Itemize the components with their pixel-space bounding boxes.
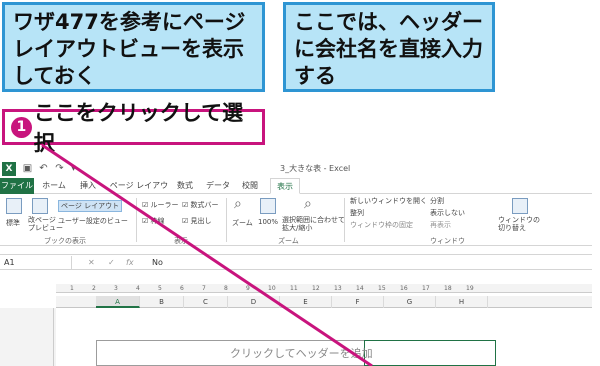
add-header-placeholder[interactable]: クリックしてヘッダーを追加: [230, 345, 373, 361]
zoom-icon[interactable]: ⌕: [234, 196, 242, 212]
column-header-f[interactable]: F: [332, 296, 384, 308]
horizontal-ruler: 1 2 3 4 5 6 7 8 9 10 11 12 13 14 15 16 17 18 19: [56, 284, 600, 293]
ruler-number: 12: [312, 285, 320, 292]
split-button[interactable]: 分割: [430, 196, 444, 206]
window-right-edge: [592, 160, 600, 366]
switch-windows-icon[interactable]: [512, 198, 528, 214]
column-header-b[interactable]: B: [140, 296, 184, 308]
ruler-number: 6: [180, 285, 184, 292]
ruler-number: 17: [422, 285, 430, 292]
column-headers: ABCDEFGH: [56, 296, 600, 308]
title-bar: X ▣ ↶ ↷ ▾ 3_大きな表 - Excel: [0, 160, 600, 178]
ruler-number: 5: [158, 285, 162, 292]
tab-file[interactable]: ファイル: [0, 178, 34, 194]
group-label-show: 表示: [174, 237, 188, 245]
page-layout-view-button[interactable]: ページ レイアウト: [58, 200, 123, 212]
cancel-icon[interactable]: ✕: [88, 256, 95, 269]
excel-window: X ▣ ↶ ↷ ▾ 3_大きな表 - Excel ファイル ホーム 挿入 ページ…: [0, 160, 600, 366]
column-header-d[interactable]: D: [228, 296, 280, 308]
step-number-badge: 1: [11, 116, 32, 138]
ruler-checkbox[interactable]: ☑ ルーラー: [142, 200, 179, 210]
page-break-preview-icon[interactable]: [32, 198, 48, 214]
group-separator: [226, 198, 227, 242]
column-header-h[interactable]: H: [436, 296, 488, 308]
ribbon-view: 標準 改ページ プレビュー ページ レイアウト ユーザー設定のビュー ブックの表…: [0, 194, 600, 246]
tab-review[interactable]: 校閲: [238, 178, 262, 194]
gridlines-checkbox[interactable]: ☑ 枠線: [142, 216, 165, 226]
insert-function-icon[interactable]: fx: [126, 256, 134, 269]
column-header-e[interactable]: E: [280, 296, 332, 308]
switch-windows-button[interactable]: ウィンドウの 切り替え: [498, 216, 540, 232]
custom-views-button[interactable]: ユーザー設定のビュー: [58, 216, 128, 226]
group-separator: [344, 198, 345, 242]
formula-bar-label: 数式バー: [190, 201, 219, 209]
column-header-g[interactable]: G: [384, 296, 436, 308]
ruler-number: 16: [400, 285, 408, 292]
group-label-zoom: ズーム: [278, 237, 299, 245]
ruler-number: 4: [136, 285, 140, 292]
column-header-a[interactable]: A: [96, 296, 140, 308]
formula-bar: A1 ✕ ✓ fx No: [0, 254, 600, 270]
tab-home[interactable]: ホーム: [40, 178, 68, 194]
header-section-center[interactable]: [364, 340, 496, 366]
name-box[interactable]: A1: [2, 256, 72, 269]
freeze-panes-button[interactable]: ウィンドウ枠の固定: [350, 220, 413, 230]
redo-icon[interactable]: ↷: [54, 163, 65, 174]
new-window-button[interactable]: 新しいウィンドウを開く: [350, 196, 427, 206]
ruler-number: 9: [246, 285, 250, 292]
tab-formulas[interactable]: 数式: [174, 178, 196, 194]
gridlines-label: 枠線: [150, 217, 165, 225]
group-label-workbook-views: ブックの表示: [44, 237, 86, 245]
headings-checkbox[interactable]: ☑ 見出し: [182, 216, 212, 226]
ruler-number: 14: [356, 285, 364, 292]
ruler-number: 18: [444, 285, 452, 292]
ruler-label: ルーラー: [150, 201, 179, 209]
ribbon-tab-bar: ファイル ホーム 挿入 ページ レイアウト 数式 データ 校閲 表示: [0, 178, 600, 206]
ruler-number: 15: [378, 285, 386, 292]
tab-data[interactable]: データ: [204, 178, 232, 194]
ruler-number: 7: [202, 285, 206, 292]
arrange-all-button[interactable]: 整列: [350, 208, 364, 218]
normal-view-button[interactable]: 標準: [6, 218, 20, 228]
ruler-number: 3: [114, 285, 118, 292]
ruler-number: 10: [268, 285, 276, 292]
callout-instruction-left: ワザ477を参考にページ レイアウトビューを表示 しておく: [2, 2, 265, 92]
group-label-window: ウィンドウ: [430, 237, 465, 245]
column-header-c[interactable]: C: [184, 296, 228, 308]
headings-label: 見出し: [190, 217, 212, 225]
ruler-number: 2: [92, 285, 96, 292]
zoom-100-icon[interactable]: [260, 198, 276, 214]
zoom-100-button[interactable]: 100%: [258, 218, 278, 226]
zoom-to-selection-icon[interactable]: ⌕: [304, 196, 312, 212]
save-icon[interactable]: ▣: [22, 163, 33, 174]
zoom-to-selection-button[interactable]: 選択範囲に合わせて 拡大/縮小: [282, 216, 345, 232]
undo-icon[interactable]: ↶: [38, 163, 49, 174]
excel-app-icon: X: [2, 162, 16, 176]
hide-button[interactable]: 表示しない: [430, 208, 465, 218]
zoom-button[interactable]: ズーム: [232, 218, 253, 228]
ruler-number: 8: [224, 285, 228, 292]
window-title: 3_大きな表 - Excel: [280, 164, 351, 173]
formula-input[interactable]: No: [152, 256, 163, 269]
callout-instruction-right: ここでは、ヘッダー に会社名を直接入力 する: [283, 2, 495, 92]
ruler-number: 1: [70, 285, 74, 292]
formula-bar-checkbox[interactable]: ☑ 数式バー: [182, 200, 219, 210]
ruler-number: 11: [290, 285, 298, 292]
enter-icon[interactable]: ✓: [108, 256, 115, 269]
ruler-number: 13: [334, 285, 342, 292]
ruler-number: 19: [466, 285, 474, 292]
step-text: ここをクリックして選択: [33, 101, 244, 155]
tab-view[interactable]: 表示: [270, 178, 300, 194]
group-separator: [136, 198, 137, 242]
vertical-ruler: [44, 308, 54, 366]
tab-insert[interactable]: 挿入: [74, 178, 102, 194]
unhide-button[interactable]: 再表示: [430, 220, 451, 230]
tab-page-layout[interactable]: ページ レイアウト: [108, 178, 170, 206]
step-label: 1 ここをクリックして選択: [2, 101, 265, 155]
customize-qat-icon[interactable]: ▾: [68, 163, 79, 174]
normal-view-icon[interactable]: [6, 198, 22, 214]
